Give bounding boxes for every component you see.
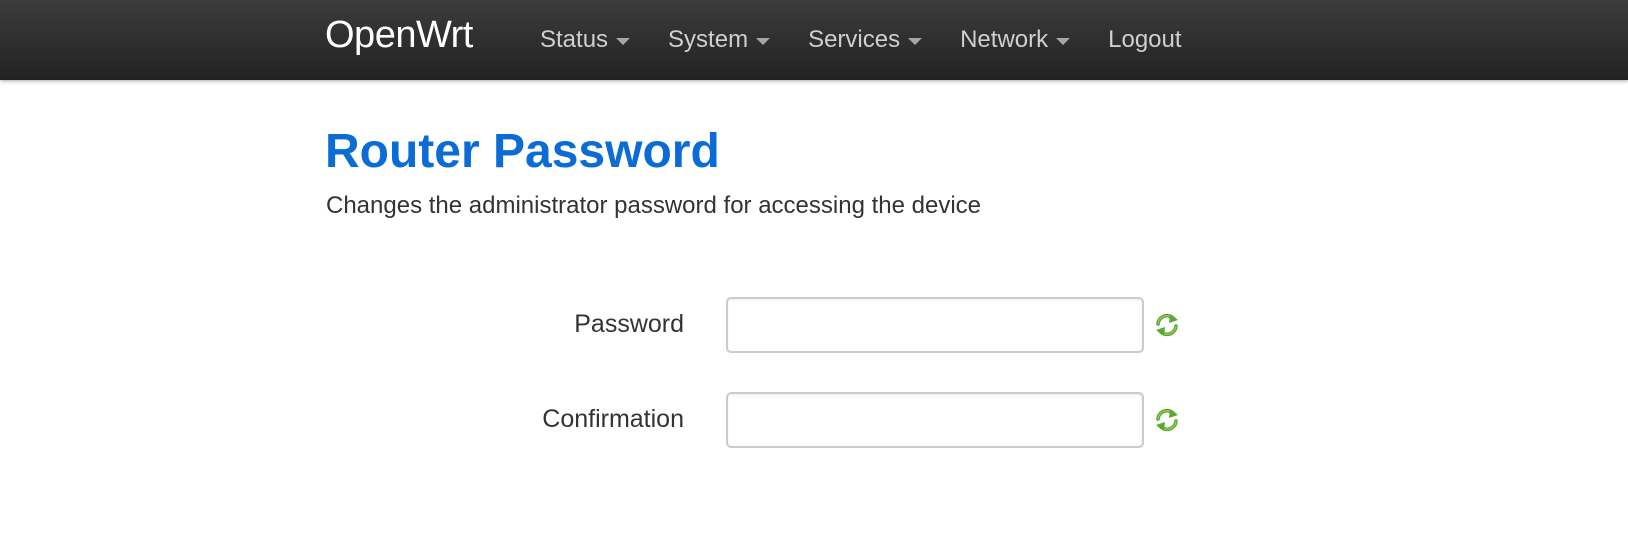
caret-down-icon [616, 37, 631, 45]
nav-item-status[interactable]: Status [540, 26, 631, 54]
password-row: Password [0, 297, 1628, 357]
page-description: Changes the administrator password for a… [326, 192, 982, 219]
nav-item-label: System [668, 26, 749, 53]
caret-down-icon [1056, 37, 1071, 45]
caret-down-icon [908, 37, 923, 45]
nav-item-system[interactable]: System [668, 26, 771, 54]
top-navbar: OpenWrt Status System Services Network L… [0, 0, 1628, 80]
caret-down-icon [756, 37, 771, 45]
nav-item-label: Status [540, 26, 609, 53]
nav-item-network[interactable]: Network [960, 26, 1071, 54]
nav-item-label: Network [960, 26, 1049, 53]
confirmation-field[interactable] [726, 392, 1144, 448]
nav-item-label: Services [808, 26, 901, 53]
refresh-icon[interactable] [1154, 407, 1180, 433]
nav-item-logout[interactable]: Logout [1108, 26, 1181, 54]
refresh-icon[interactable] [1154, 312, 1180, 338]
main-nav: Status System Services Network Logout [540, 22, 1220, 58]
password-label: Password [574, 310, 684, 338]
brand-logo[interactable]: OpenWrt [325, 13, 473, 57]
password-field[interactable] [726, 297, 1144, 353]
confirmation-row: Confirmation [0, 392, 1628, 452]
nav-item-services[interactable]: Services [808, 26, 923, 54]
page-title: Router Password [325, 125, 720, 178]
nav-item-label: Logout [1108, 26, 1182, 53]
confirmation-label: Confirmation [542, 405, 684, 433]
